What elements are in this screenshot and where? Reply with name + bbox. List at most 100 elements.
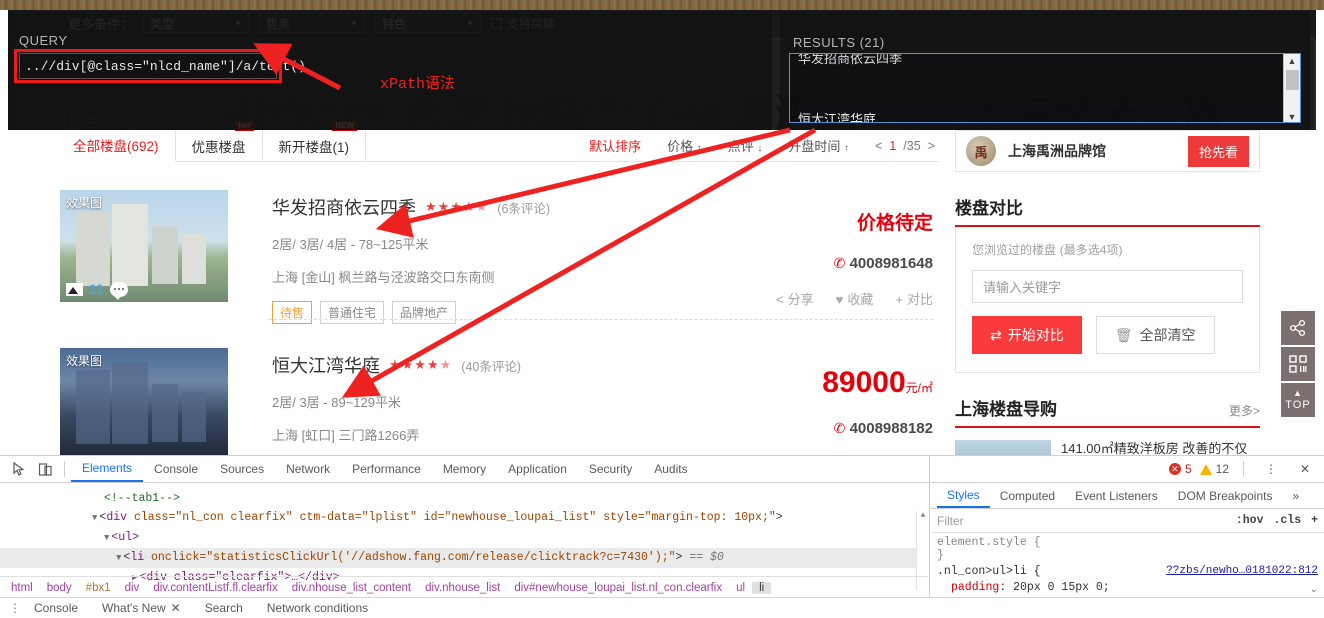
drawer-tab-network-conditions[interactable]: Network conditions [255,601,380,615]
expand-triangle-icon[interactable]: ▼ [104,533,109,543]
rule-value[interactable]: : 20px 0 15px 0; [999,581,1109,594]
listing-thumbnail[interactable]: 效果图 [60,348,228,455]
action-share[interactable]: < 分享 [776,289,814,308]
listing-phone[interactable]: ✆ 4008981648 [729,255,933,272]
scroll-down-arrow-icon[interactable]: ▼ [1288,110,1297,122]
inspect-element-icon[interactable] [6,458,32,480]
close-icon[interactable]: ✕ [1292,458,1318,480]
compare-search-input[interactable]: 请输入关键字 [972,270,1243,303]
listing-review-count[interactable]: (6条评论) [497,198,550,217]
listing-item[interactable]: 效果图 恒大江湾华庭 ★★★★★ (40条评论) 2居/ 3居 - 89~129… [57,320,939,455]
devtools-tab-audits[interactable]: Audits [643,456,698,482]
tab-new-properties[interactable]: NEW 新开楼盘(1) [263,121,367,161]
styles-tab-overflow-icon[interactable]: » [1282,483,1309,508]
breadcrumb-item[interactable]: div.nhouse_list_content [285,582,418,594]
sort-opening-time[interactable]: 开盘时间 ↑ [788,136,849,155]
tab-all-properties[interactable]: 全部楼盘(692) [57,130,176,162]
pagination-prev[interactable]: < [875,139,882,153]
styles-tab-dom-breakpoints[interactable]: DOM Breakpoints [1168,483,1283,508]
guide-more-link[interactable]: 更多> [1229,402,1260,419]
xpath-query-overlay: QUERY ..//div[@class="nlcd_name"]/a/text… [8,12,772,130]
dom-tree-line[interactable]: ▼ <ul> [0,528,929,548]
rule-source-link[interactable]: ??zbs/newho…0181022:812 [1166,565,1318,577]
device-toolbar-icon[interactable] [32,458,58,480]
expand-triangle-icon[interactable]: ▼ [92,513,97,523]
listing-title[interactable]: 华发招商依云四季 [272,194,416,220]
devtools-tab-elements[interactable]: Elements [71,456,144,482]
drawer-more-icon[interactable]: ⋮ [8,601,22,615]
pagination-next[interactable]: > [928,139,935,153]
results-item[interactable]: 恒大江湾华庭 [790,107,1300,122]
breadcrumb-item[interactable]: div.contentListf.fl.clearfix [146,582,284,594]
devtools-tab-network[interactable]: Network [275,456,341,482]
devtools-tab-memory[interactable]: Memory [432,456,497,482]
brand-card[interactable]: 禹 上海禹洲品牌馆 抢先看 [955,130,1260,172]
drawer-tab-console[interactable]: Console [22,601,90,615]
close-icon[interactable]: ✕ [171,601,181,615]
dom-tree[interactable]: <!--tab1--> ▼ <div class="nl_con clearfix… [0,483,929,590]
sort-price[interactable]: 价格 ↑ [667,136,702,155]
guide-list-item[interactable]: 141.00㎡精致洋板房 改善的不仅 [955,440,1260,455]
listing-thumbnail[interactable]: 效果图 11 [60,190,228,302]
styles-hov-toggle[interactable]: :hov [1236,514,1264,527]
drawer-tab-whats-new[interactable]: What's New ✕ [90,601,193,615]
pagination-current: 1 [889,138,897,153]
share-icon[interactable] [1281,311,1315,345]
rule-property[interactable]: padding [951,581,999,594]
clear-all-button[interactable]: 🗑 全部清空 [1095,316,1215,354]
start-compare-button[interactable]: ⇄ 开始对比 [972,316,1082,354]
styles-filter-input[interactable]: Filter [937,514,1226,528]
devtools-tab-sources[interactable]: Sources [209,456,275,482]
styles-tab-styles[interactable]: Styles [937,483,990,508]
styles-tab-computed[interactable]: Computed [990,483,1065,508]
listing-phone[interactable]: ✆ 4008988182 [729,420,933,437]
devtools-tab-security[interactable]: Security [578,456,643,482]
results-listbox[interactable]: 华发招商依云四季 恒大江湾华庭 ▲ ▼ [789,53,1301,123]
action-compare[interactable]: + 对比 [895,289,933,308]
rule-element-style[interactable]: element.style { [937,536,1318,549]
results-scrollbar[interactable]: ▲ ▼ [1283,54,1300,122]
devtools-tab-performance[interactable]: Performance [341,456,432,482]
action-favorite[interactable]: ♥ 收藏 [836,289,874,308]
query-highlight-box [14,49,282,83]
breadcrumb-item-selected[interactable]: li [752,581,772,594]
breadcrumb-item[interactable]: ul [729,582,752,594]
error-badge[interactable]: ✕ 5 [1168,462,1192,476]
styles-tab-event-listeners[interactable]: Event Listeners [1065,483,1168,508]
devtools-tab-console[interactable]: Console [143,456,209,482]
breadcrumb-item[interactable]: div.nhouse_list [418,582,507,594]
more-options-icon[interactable]: ⋮ [1258,458,1284,480]
listing-review-count[interactable]: (40条评论) [461,356,521,375]
warning-badge[interactable]: 12 [1199,462,1229,476]
dom-tree-line-selected[interactable]: ▼ <li onclick="statisticsClickUrl('//adsh… [0,548,929,568]
breadcrumb-item[interactable]: body [40,582,79,594]
rule-declaration[interactable]: padding: 20px 0 15px 0; [937,581,1318,594]
right-sidebar: 禹 上海禹洲品牌馆 抢先看 楼盘对比 您浏览过的楼盘 (最多选4项) 请输入关键… [955,130,1260,455]
back-to-top-button[interactable]: ▲ TOP [1281,383,1315,417]
listing-title[interactable]: 恒大江湾华庭 [272,352,380,378]
breadcrumb-item[interactable]: div [118,582,147,594]
qrcode-icon[interactable] [1281,347,1315,381]
tab-discount-properties[interactable]: hot 优惠楼盘 [176,121,263,161]
styles-cls-toggle[interactable]: .cls [1273,514,1301,527]
scroll-up-arrow-icon[interactable]: ▲ [1288,54,1297,68]
scroll-up-arrow-icon[interactable]: ▲ [917,511,929,520]
breadcrumb-item[interactable]: #bx1 [79,582,118,594]
chevron-down-icon[interactable]: ⌄ [1310,584,1318,595]
drawer-tab-search[interactable]: Search [193,601,255,615]
listing-item[interactable]: 效果图 11 华发招商依云四季 ★★★★★ (6条评论) 2居/ 3居/ 4居 … [57,162,939,324]
results-item[interactable]: 华发招商依云四季 [790,54,1300,69]
comment-bubble-icon[interactable] [109,281,128,300]
scrollbar-thumb[interactable] [1286,70,1299,90]
sort-default[interactable]: 默认排序 [589,136,641,155]
brand-cta-button[interactable]: 抢先看 [1187,135,1249,167]
dom-tree-line[interactable]: ▼ <div class="nl_con clearfix" ctm-data="… [0,508,929,528]
rule-selector-row[interactable]: ??zbs/newho…0181022:812 .nl_con>ul>li { [937,565,1318,578]
devtools-tab-application[interactable]: Application [497,456,578,482]
breadcrumb-item[interactable]: html [4,582,40,594]
expand-triangle-icon[interactable]: ▼ [116,553,121,563]
breadcrumb-item[interactable]: div#newhouse_loupai_list.nl_con.clearfix [507,582,729,594]
add-rule-icon[interactable]: + [1311,514,1318,527]
listing-title-row: 恒大江湾华庭 ★★★★★ (40条评论) [272,352,729,378]
sort-review[interactable]: 点评 ↓ [728,136,763,155]
